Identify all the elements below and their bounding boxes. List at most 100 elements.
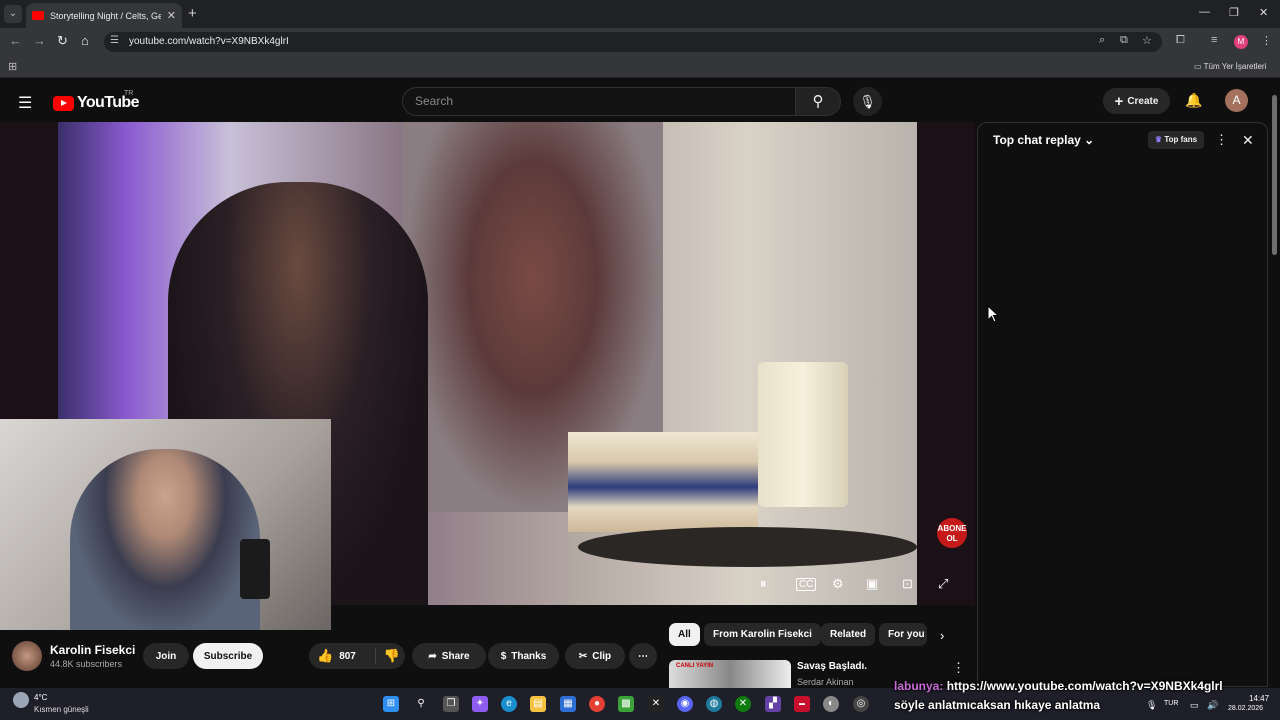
create-button[interactable]: + Create (1103, 88, 1170, 114)
bookmark-star-icon[interactable]: ☆ (1142, 34, 1152, 47)
miniplayer-icon[interactable]: ▣ (866, 576, 878, 592)
url-text[interactable]: youtube.com/watch?v=X9NBXk4glrI (129, 36, 289, 47)
like-dislike-group: 👍 807 👎 (309, 643, 405, 669)
capcut-icon[interactable]: ✕ (648, 696, 664, 712)
voice-search-icon[interactable]: 🎙 (853, 87, 882, 116)
cast-icon[interactable]: ⊡ (902, 576, 913, 592)
all-bookmarks-link[interactable]: ▭ Tüm Yer İşaretleri (1194, 62, 1266, 71)
forward-icon[interactable]: → (33, 33, 46, 48)
discord-icon[interactable]: ◉ (677, 696, 693, 712)
subscribe-badge-line1: ABONE (937, 524, 967, 533)
install-app-icon[interactable]: ⧉ (1120, 34, 1128, 47)
edge-icon[interactable]: e (501, 696, 517, 712)
chevron-right-icon[interactable]: › (940, 628, 944, 643)
back-icon[interactable]: ← (9, 33, 22, 48)
more-actions-icon[interactable]: ⋯ (629, 643, 657, 669)
file-explorer-icon[interactable]: ▤ (530, 696, 546, 712)
window-close-icon[interactable]: ✕ (1259, 6, 1268, 19)
chat-title: Top chat replay (993, 133, 1081, 147)
top-fans-label: Top fans (1164, 135, 1198, 144)
share-icon: ➦ (428, 650, 437, 662)
chip-from-channel[interactable]: From Karolin Fisekci (704, 623, 821, 646)
scrollbar-thumb[interactable] (1272, 95, 1277, 255)
account-avatar[interactable]: A (1225, 89, 1248, 112)
zoom-icon[interactable]: ⌕ (1099, 34, 1105, 47)
obs-icon[interactable]: ◎ (853, 696, 869, 712)
video-books (568, 432, 758, 532)
stream-chat-overlay: labunya: https://www.youtube.com/watch?v… (894, 679, 1223, 693)
chip-all[interactable]: All (669, 623, 700, 646)
notifications-bell-icon[interactable]: 🔔 (1185, 92, 1202, 109)
clip-button[interactable]: ✂ Clip (565, 643, 625, 669)
copilot-icon[interactable]: ✦ (472, 696, 488, 712)
join-button[interactable]: Join (143, 643, 189, 669)
apps-grid-icon[interactable]: ⊞ (8, 60, 17, 73)
input-language[interactable]: TUR (1164, 700, 1178, 707)
chip-related[interactable]: Related (821, 623, 876, 646)
subscribe-button[interactable]: Subscribe (193, 643, 263, 669)
thanks-button[interactable]: $ Thanks (488, 643, 559, 669)
live-chat-panel (977, 122, 1268, 687)
minimize-icon[interactable]: — (1199, 6, 1210, 18)
channel-name[interactable]: Karolin Fisekci (50, 643, 135, 657)
xbox-icon[interactable]: ✕ (735, 696, 751, 712)
twitch-icon[interactable]: ▞ (765, 696, 781, 712)
clock-date[interactable]: 28.02.2026 (1228, 705, 1263, 712)
reload-icon[interactable]: ↻ (57, 33, 68, 49)
pause-icon[interactable]: ⏸ (760, 576, 767, 592)
search-input[interactable]: Search (402, 87, 796, 116)
home-icon[interactable]: ⌂ (81, 33, 89, 48)
share-button[interactable]: ➦ Share (412, 643, 486, 669)
recommendation-more-icon[interactable]: ⋮ (952, 660, 965, 676)
tab-search-icon[interactable]: ⌄ (4, 5, 22, 23)
captions-icon[interactable]: CC (796, 578, 817, 591)
site-info-icon[interactable]: ☰ (110, 35, 119, 46)
task-view-icon[interactable]: ❐ (443, 696, 459, 712)
steam-icon[interactable]: ◐ (823, 696, 839, 712)
clock-time[interactable]: 14:47 (1249, 694, 1269, 703)
taskbar-search-icon[interactable]: ⚲ (413, 696, 429, 712)
create-label: Create (1127, 95, 1159, 107)
guide-menu-icon[interactable]: ☰ (18, 93, 32, 113)
stream-app-icon[interactable]: ▬ (794, 696, 810, 712)
weather-temperature[interactable]: 4°C (34, 693, 47, 702)
subscribe-badge[interactable]: ABONE OL (937, 518, 967, 548)
like-button[interactable]: 👍 807 (317, 648, 356, 664)
tab-groups-icon[interactable]: ≡ (1211, 34, 1217, 46)
video-table (578, 527, 917, 567)
recommendation-title[interactable]: Savaş Başladı. (797, 661, 867, 672)
browser-menu-icon[interactable]: ⋮ (1261, 34, 1272, 47)
fullscreen-icon[interactable]: ⤢ (938, 576, 948, 592)
chip-for-you[interactable]: For you (879, 623, 927, 646)
minecraft-icon[interactable]: ▩ (618, 696, 634, 712)
store-icon[interactable]: ▦ (560, 696, 576, 712)
chat-close-icon[interactable]: ✕ (1242, 132, 1254, 149)
youtube-play-logo-icon (53, 95, 74, 111)
browser-profile-avatar[interactable]: M (1234, 35, 1248, 49)
weather-description[interactable]: Kısmen güneşli (34, 705, 89, 714)
volume-icon[interactable]: 🔊 (1207, 700, 1218, 711)
network-icon[interactable]: ▭ (1190, 700, 1199, 711)
browser-app-icon[interactable]: ◍ (706, 696, 722, 712)
new-tab-icon[interactable]: + (188, 5, 197, 22)
chrome-icon[interactable]: ● (589, 696, 605, 712)
dislike-button[interactable]: 👎 (374, 648, 400, 664)
chat-more-icon[interactable]: ⋮ (1215, 132, 1228, 148)
restore-icon[interactable]: ❐ (1229, 6, 1239, 19)
chat-mode-dropdown[interactable]: Top chat replay ⌄ (993, 133, 1094, 147)
weather-icon[interactable] (13, 692, 29, 708)
thumbs-up-icon: 👍 (317, 648, 334, 663)
microphone-tray-icon[interactable]: 🎙 (1146, 700, 1157, 711)
tab-close-icon[interactable]: ✕ (167, 9, 176, 22)
recommendation-author[interactable]: Serdar Akinan (797, 677, 854, 687)
extensions-icon[interactable]: ⧠ (1176, 34, 1185, 47)
overlay-link: https://www.youtube.com/watch?v=X9NBXk4g… (946, 679, 1223, 693)
like-count: 807 (339, 650, 356, 662)
top-fans-button[interactable]: ♛ Top fans (1148, 131, 1204, 149)
search-icon[interactable]: ⚲ (795, 87, 841, 116)
channel-avatar[interactable] (12, 641, 42, 671)
settings-gear-icon[interactable]: ⚙ (832, 576, 844, 592)
start-windows-icon[interactable]: ⊞ (383, 696, 399, 712)
bookmarks-bar (0, 56, 1280, 78)
tab-active[interactable]: Storytelling Night / Celts, Germ ✕ (26, 3, 182, 28)
